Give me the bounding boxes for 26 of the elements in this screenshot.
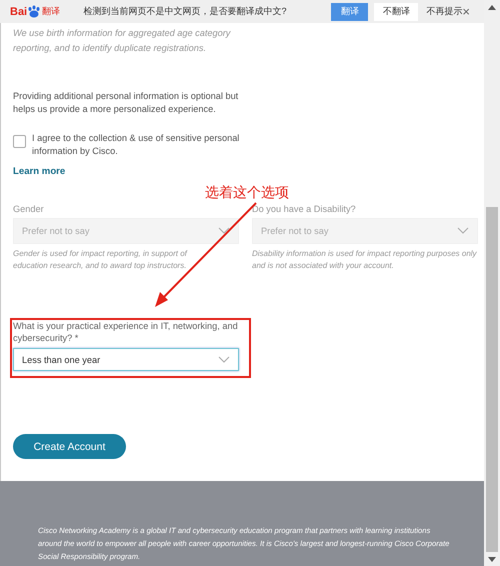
annotation-text: 选着这个选项: [205, 184, 289, 202]
chevron-down-icon: [457, 227, 469, 235]
logo-text: 翻译: [42, 5, 60, 18]
field-label: Gender: [13, 204, 45, 214]
scrollbar-thumb[interactable]: [486, 207, 498, 552]
consent-checkbox[interactable]: [13, 135, 26, 148]
experience-select[interactable]: Less than one year: [13, 348, 239, 371]
chevron-down-icon: [218, 227, 230, 235]
chevron-down-icon: [218, 356, 230, 364]
never-show-link[interactable]: 不再提示: [426, 5, 462, 18]
close-icon[interactable]: ×: [462, 4, 470, 19]
birth-info-note: We use birth information for aggregated age category reporting, and to identify duplicate registrations.: [13, 27, 232, 55]
logo-text: Bai: [10, 6, 28, 18]
dismiss-button[interactable]: 不翻译: [374, 2, 418, 20]
question-label: What is your practical experience in IT, networking, and cybersecurity? *: [13, 320, 239, 344]
translate-prompt: 检测到当前网页不是中文网页，是否要翻译成中文?: [84, 5, 288, 18]
helper-text: Gender is used for impact reporting, in support of education research, and to award top instructors.: [13, 248, 188, 272]
consent-label: I agree to the collection & use of sensitive personal information by Cisco.: [32, 132, 240, 158]
scroll-up-icon[interactable]: [488, 4, 496, 10]
translate-button[interactable]: 翻译: [331, 2, 368, 20]
learn-more-link[interactable]: Learn more: [13, 166, 66, 177]
helper-text: Disability information is used for impact reporting purposes only and is not associated with your account.: [252, 248, 478, 272]
paw-icon: [27, 5, 42, 18]
create-account-button[interactable]: Create Account: [13, 434, 126, 459]
optional-info-text: Providing additional personal information is optional but helps us provide a more personalized experience.: [13, 90, 240, 116]
scroll-down-icon[interactable]: [488, 556, 496, 562]
